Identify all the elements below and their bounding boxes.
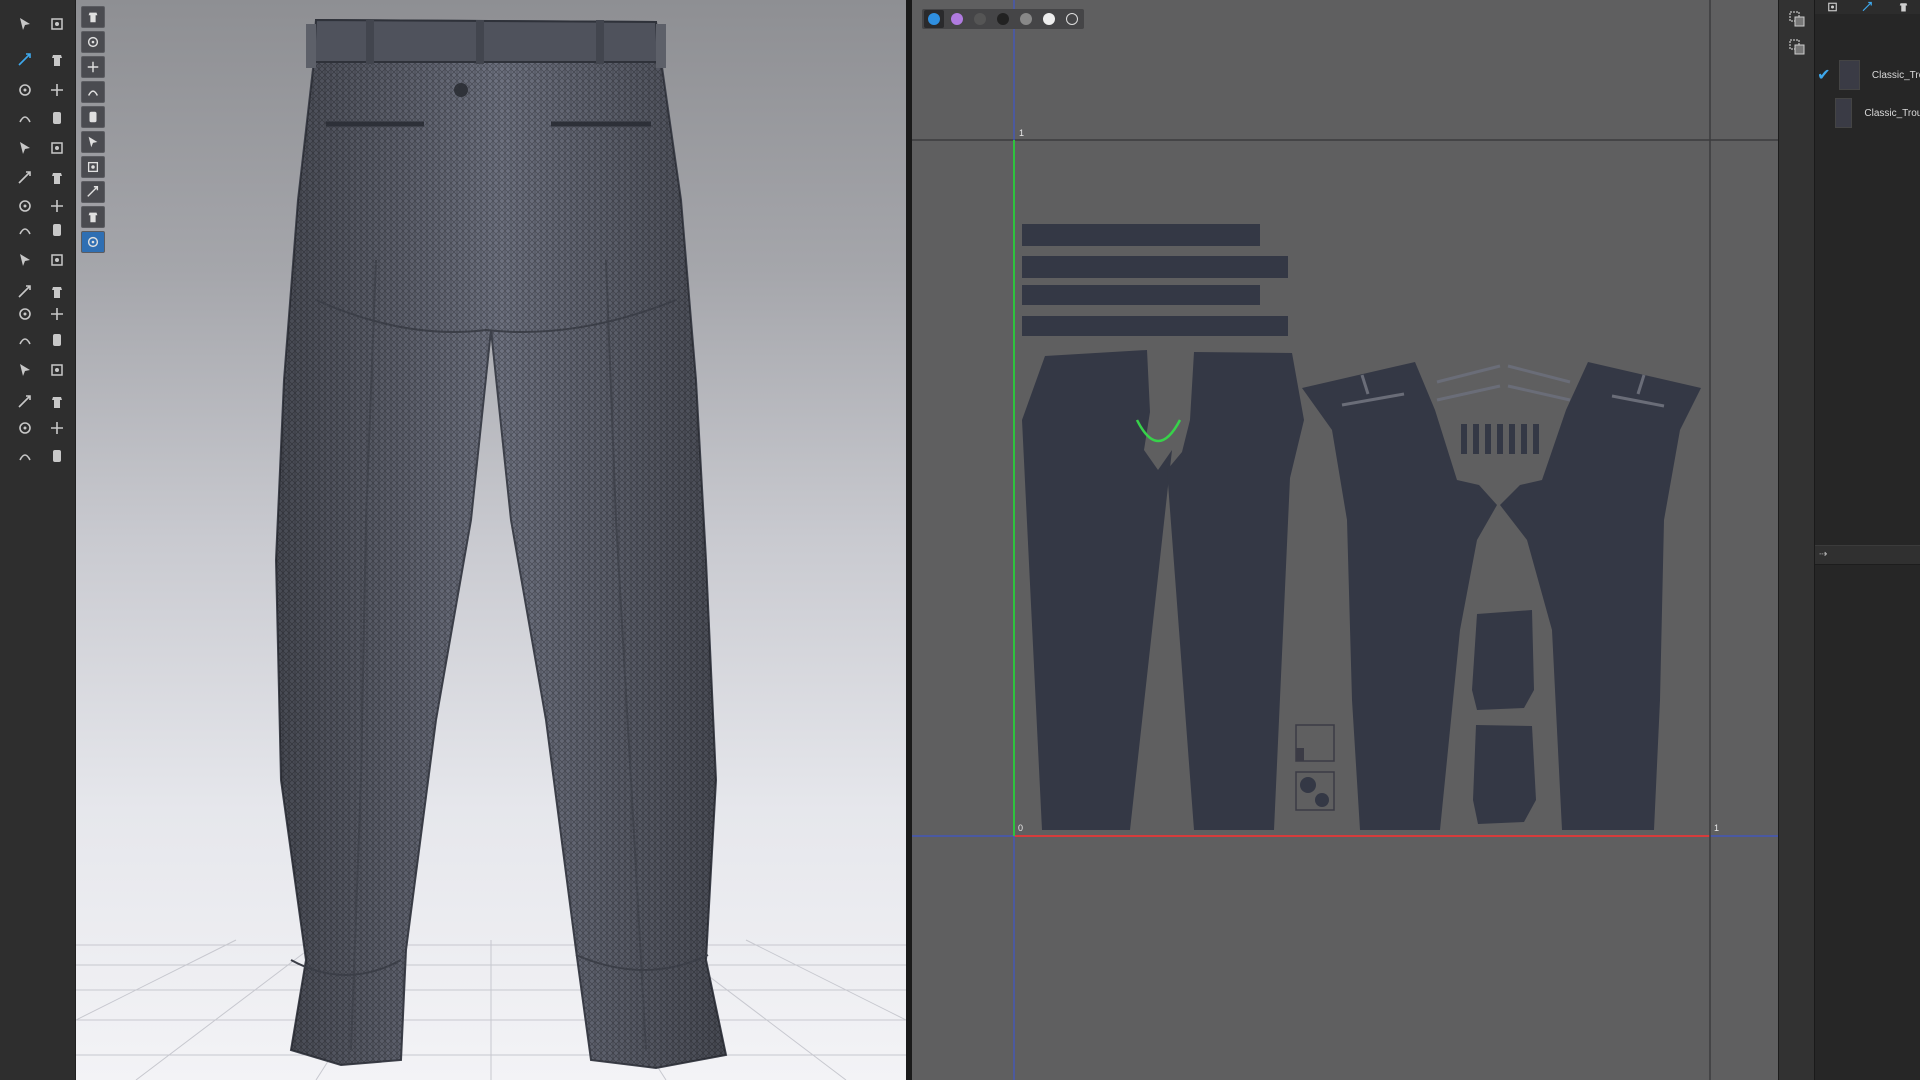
free-sewing-icon[interactable]	[14, 220, 36, 240]
pattern-piece	[1022, 350, 1172, 830]
list-item[interactable]: Classic_Trouser_Lining	[1815, 96, 1920, 130]
zipper-icon[interactable]	[46, 304, 68, 324]
avatar-pose-icon[interactable]	[81, 31, 105, 53]
pin-icon[interactable]	[46, 250, 68, 270]
fabric-tab-icon[interactable]	[1850, 0, 1885, 14]
floor-grid	[76, 939, 906, 1080]
viewport-2d-uv-editor[interactable]: 1 0 1	[912, 0, 1778, 1080]
fold-icon[interactable]	[46, 446, 68, 466]
pattern-piece	[1022, 316, 1288, 336]
garment-fit-icon[interactable]	[14, 446, 36, 466]
panel-tab-bar	[1815, 0, 1920, 14]
fabric-icon[interactable]	[81, 81, 105, 103]
select-move-icon[interactable]	[14, 14, 36, 34]
trim-pieces	[1295, 724, 1335, 811]
select-mesh-icon[interactable]	[81, 56, 105, 78]
object-browser-panel: ✔ Classic_Trouser Classic_Trouser_Lining…	[1814, 0, 1920, 1080]
edit-curve-point-icon[interactable]	[46, 50, 68, 70]
avatar-visibility-icon[interactable]	[81, 106, 105, 128]
graphic-icon[interactable]	[46, 392, 68, 412]
axis-label-origin: 0	[1018, 823, 1024, 833]
waistband-pieces	[1022, 224, 1288, 336]
list-item-label: Classic_Trouser	[1871, 69, 1920, 81]
internal-circle-icon[interactable]	[46, 168, 68, 188]
transform-pattern-icon[interactable]	[14, 50, 36, 70]
ellipse-icon[interactable]	[14, 138, 36, 158]
uv-transform-icon[interactable]	[1785, 36, 1809, 58]
pattern-piece	[1302, 362, 1497, 830]
expand-arrow-icon[interactable]: ⇢	[1819, 549, 1827, 560]
viewport-3d-toolbar	[81, 6, 107, 256]
elastic-icon[interactable]	[46, 330, 68, 350]
puckering-icon[interactable]	[46, 360, 68, 380]
texture-surface-icon[interactable]	[924, 10, 944, 28]
rectangle-icon[interactable]	[46, 108, 68, 128]
pattern-piece	[1022, 285, 1260, 305]
white-surface-icon[interactable]	[1039, 10, 1059, 28]
axis-label-top: 1	[1019, 128, 1025, 138]
check-icon[interactable]: ✔	[1815, 65, 1833, 85]
thick-texture-icon[interactable]	[947, 10, 967, 28]
clo3d-workspace: 1 0 1 ✔ Classic_Trouser Classic_Trouser_…	[0, 0, 1920, 1080]
internal-rectangle-icon[interactable]	[14, 168, 36, 188]
settings-icon[interactable]	[1886, 0, 1920, 14]
tack-icon[interactable]	[14, 282, 36, 302]
add-point-icon[interactable]	[14, 80, 36, 100]
edit-sewing-icon[interactable]	[46, 220, 68, 240]
pattern-piece	[1167, 352, 1304, 830]
mesh-wireframe-icon[interactable]	[1062, 10, 1082, 28]
arrangement-icon[interactable]	[81, 206, 105, 228]
trim-icon[interactable]	[14, 418, 36, 438]
stress-map-icon[interactable]	[1016, 10, 1036, 28]
garment-texture-icon[interactable]	[81, 131, 105, 153]
avatar-stretch-icon[interactable]	[81, 181, 105, 203]
belt-loop-pieces	[1461, 424, 1539, 454]
mesh-quality-icon[interactable]	[81, 156, 105, 178]
edit-curvature-icon[interactable]	[46, 80, 68, 100]
polygon-icon[interactable]	[14, 108, 36, 128]
tool-strip	[0, 0, 76, 1080]
pocket-pieces	[1472, 610, 1536, 824]
pattern-piece	[1473, 725, 1536, 824]
view-mode-toolbar	[922, 9, 1084, 29]
fabric-thumbnail	[1838, 60, 1860, 90]
texture-edit-icon[interactable]	[14, 392, 36, 412]
mesh-shaded-icon[interactable]	[970, 10, 990, 28]
uv-select-icon[interactable]	[1785, 8, 1809, 30]
dart-icon[interactable]	[14, 196, 36, 216]
internal-polygon-icon[interactable]	[46, 138, 68, 158]
pattern-piece	[1472, 610, 1534, 710]
dark-shaded-icon[interactable]	[993, 10, 1013, 28]
axis-label-right: 1	[1714, 823, 1720, 833]
trousers-mesh	[274, 18, 728, 1070]
garment-3d-scene	[76, 18, 906, 1080]
pattern-piece	[1022, 256, 1288, 278]
buttonhole-icon[interactable]	[14, 304, 36, 324]
list-item[interactable]: ✔ Classic_Trouser	[1815, 58, 1920, 92]
fold-arrangement-icon[interactable]	[14, 250, 36, 270]
topstitch-icon[interactable]	[14, 360, 36, 380]
viewport-3d[interactable]	[76, 0, 906, 1080]
fabric-thumbnail	[1835, 98, 1853, 128]
button-icon[interactable]	[46, 282, 68, 302]
front-panels	[1022, 350, 1304, 830]
edit-pattern-icon[interactable]	[46, 14, 68, 34]
list-icon[interactable]	[1815, 0, 1850, 14]
uv-tool-column	[1778, 0, 1814, 1080]
segment-sewing-icon[interactable]	[46, 196, 68, 216]
uv-canvas	[912, 0, 1778, 1080]
avatar-measure-icon[interactable]	[46, 418, 68, 438]
pattern-piece	[1022, 224, 1260, 246]
piping-icon[interactable]	[14, 330, 36, 350]
simulation-icon[interactable]	[81, 6, 105, 28]
measure-icon[interactable]	[81, 231, 105, 253]
panel-divider[interactable]: ⇢	[1815, 545, 1920, 565]
list-item-label: Classic_Trouser_Lining	[1864, 107, 1920, 119]
